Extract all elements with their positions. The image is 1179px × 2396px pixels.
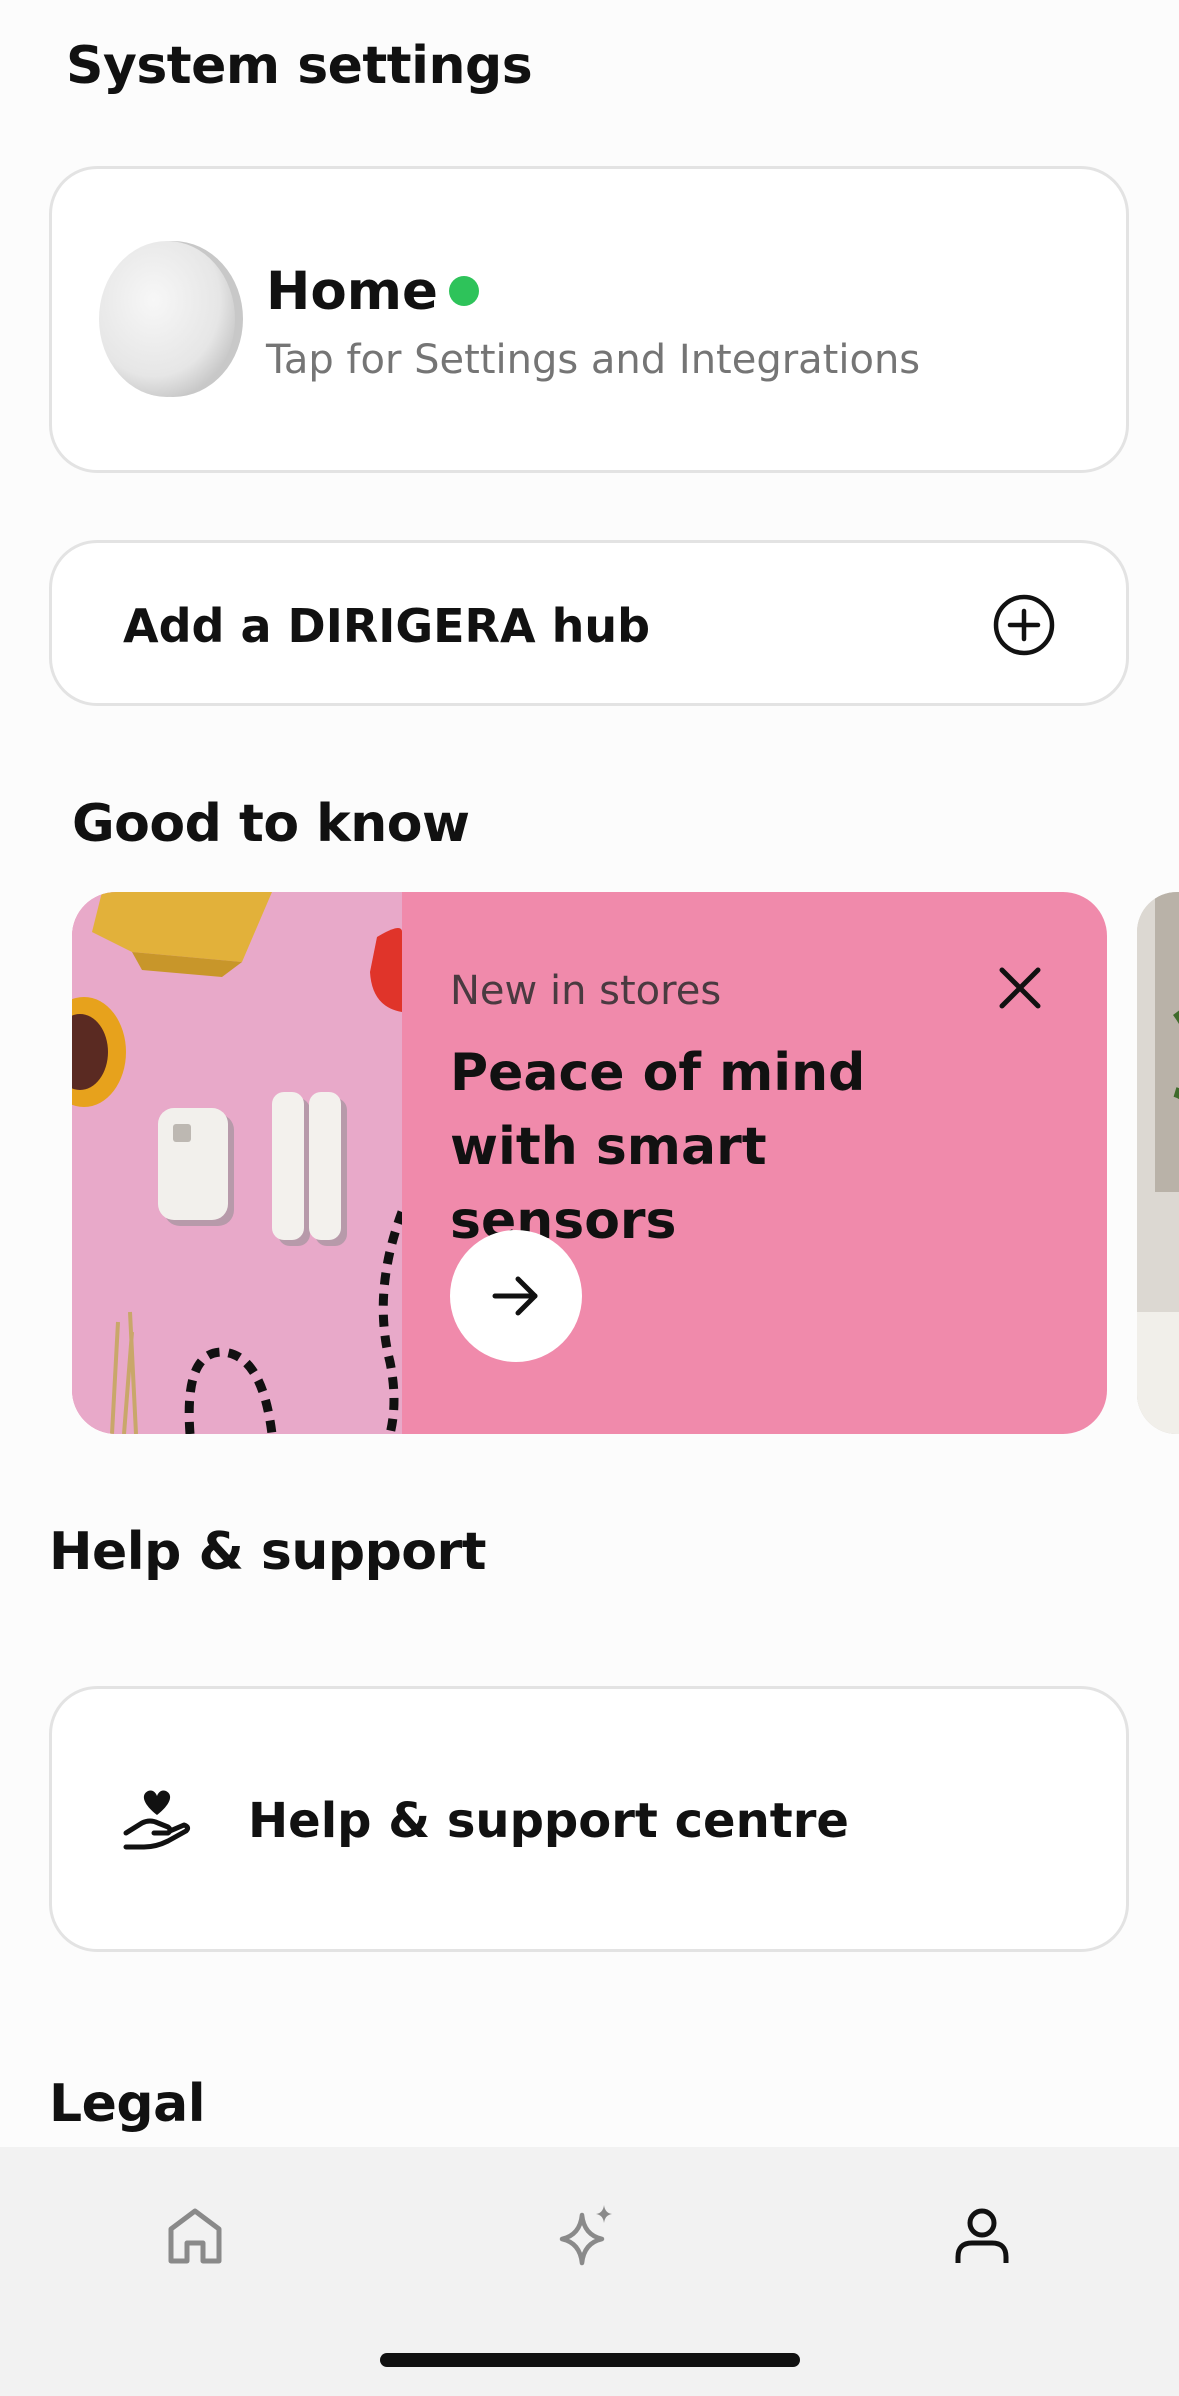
- promo-card[interactable]: New in stores Peace of mind with smart s…: [72, 892, 1107, 1434]
- hub-name: Home: [266, 261, 438, 322]
- section-title-system-settings: System settings: [66, 36, 533, 96]
- close-icon[interactable]: [992, 960, 1048, 1016]
- section-title-legal: Legal: [49, 2074, 206, 2134]
- nav-home-icon[interactable]: [163, 2203, 227, 2267]
- next-promo-card[interactable]: [1137, 892, 1179, 1434]
- hub-device-image: [99, 241, 243, 397]
- home-indicator: [380, 2353, 800, 2367]
- nav-sparkle-icon[interactable]: [554, 2203, 618, 2267]
- help-support-centre-button[interactable]: Help & support centre: [49, 1686, 1129, 1952]
- hand-heart-icon: [123, 1790, 191, 1850]
- plus-circle-icon: [993, 594, 1055, 656]
- hub-subtitle: Tap for Settings and Integrations: [266, 337, 921, 383]
- add-hub-button[interactable]: Add a DIRIGERA hub: [49, 540, 1129, 706]
- help-support-centre-label: Help & support centre: [248, 1793, 849, 1849]
- next-promo-image: [1137, 892, 1179, 1434]
- hub-status-dot: [449, 276, 479, 306]
- section-title-good-to-know: Good to know: [72, 794, 470, 854]
- nav-profile-icon[interactable]: [950, 2203, 1014, 2267]
- section-title-help-support: Help & support: [49, 1522, 487, 1582]
- settings-screen: System settings Home Tap for Settings an…: [0, 0, 1179, 2396]
- promo-kicker: New in stores: [450, 968, 722, 1014]
- promo-title: Peace of mind with smart sensors: [450, 1043, 866, 1251]
- hub-card[interactable]: Home Tap for Settings and Integrations: [49, 166, 1129, 473]
- arrow-right-icon: [492, 1276, 538, 1316]
- promo-open-button[interactable]: [450, 1230, 582, 1362]
- promo-sensors-image: [72, 892, 402, 1434]
- add-hub-label: Add a DIRIGERA hub: [123, 599, 651, 653]
